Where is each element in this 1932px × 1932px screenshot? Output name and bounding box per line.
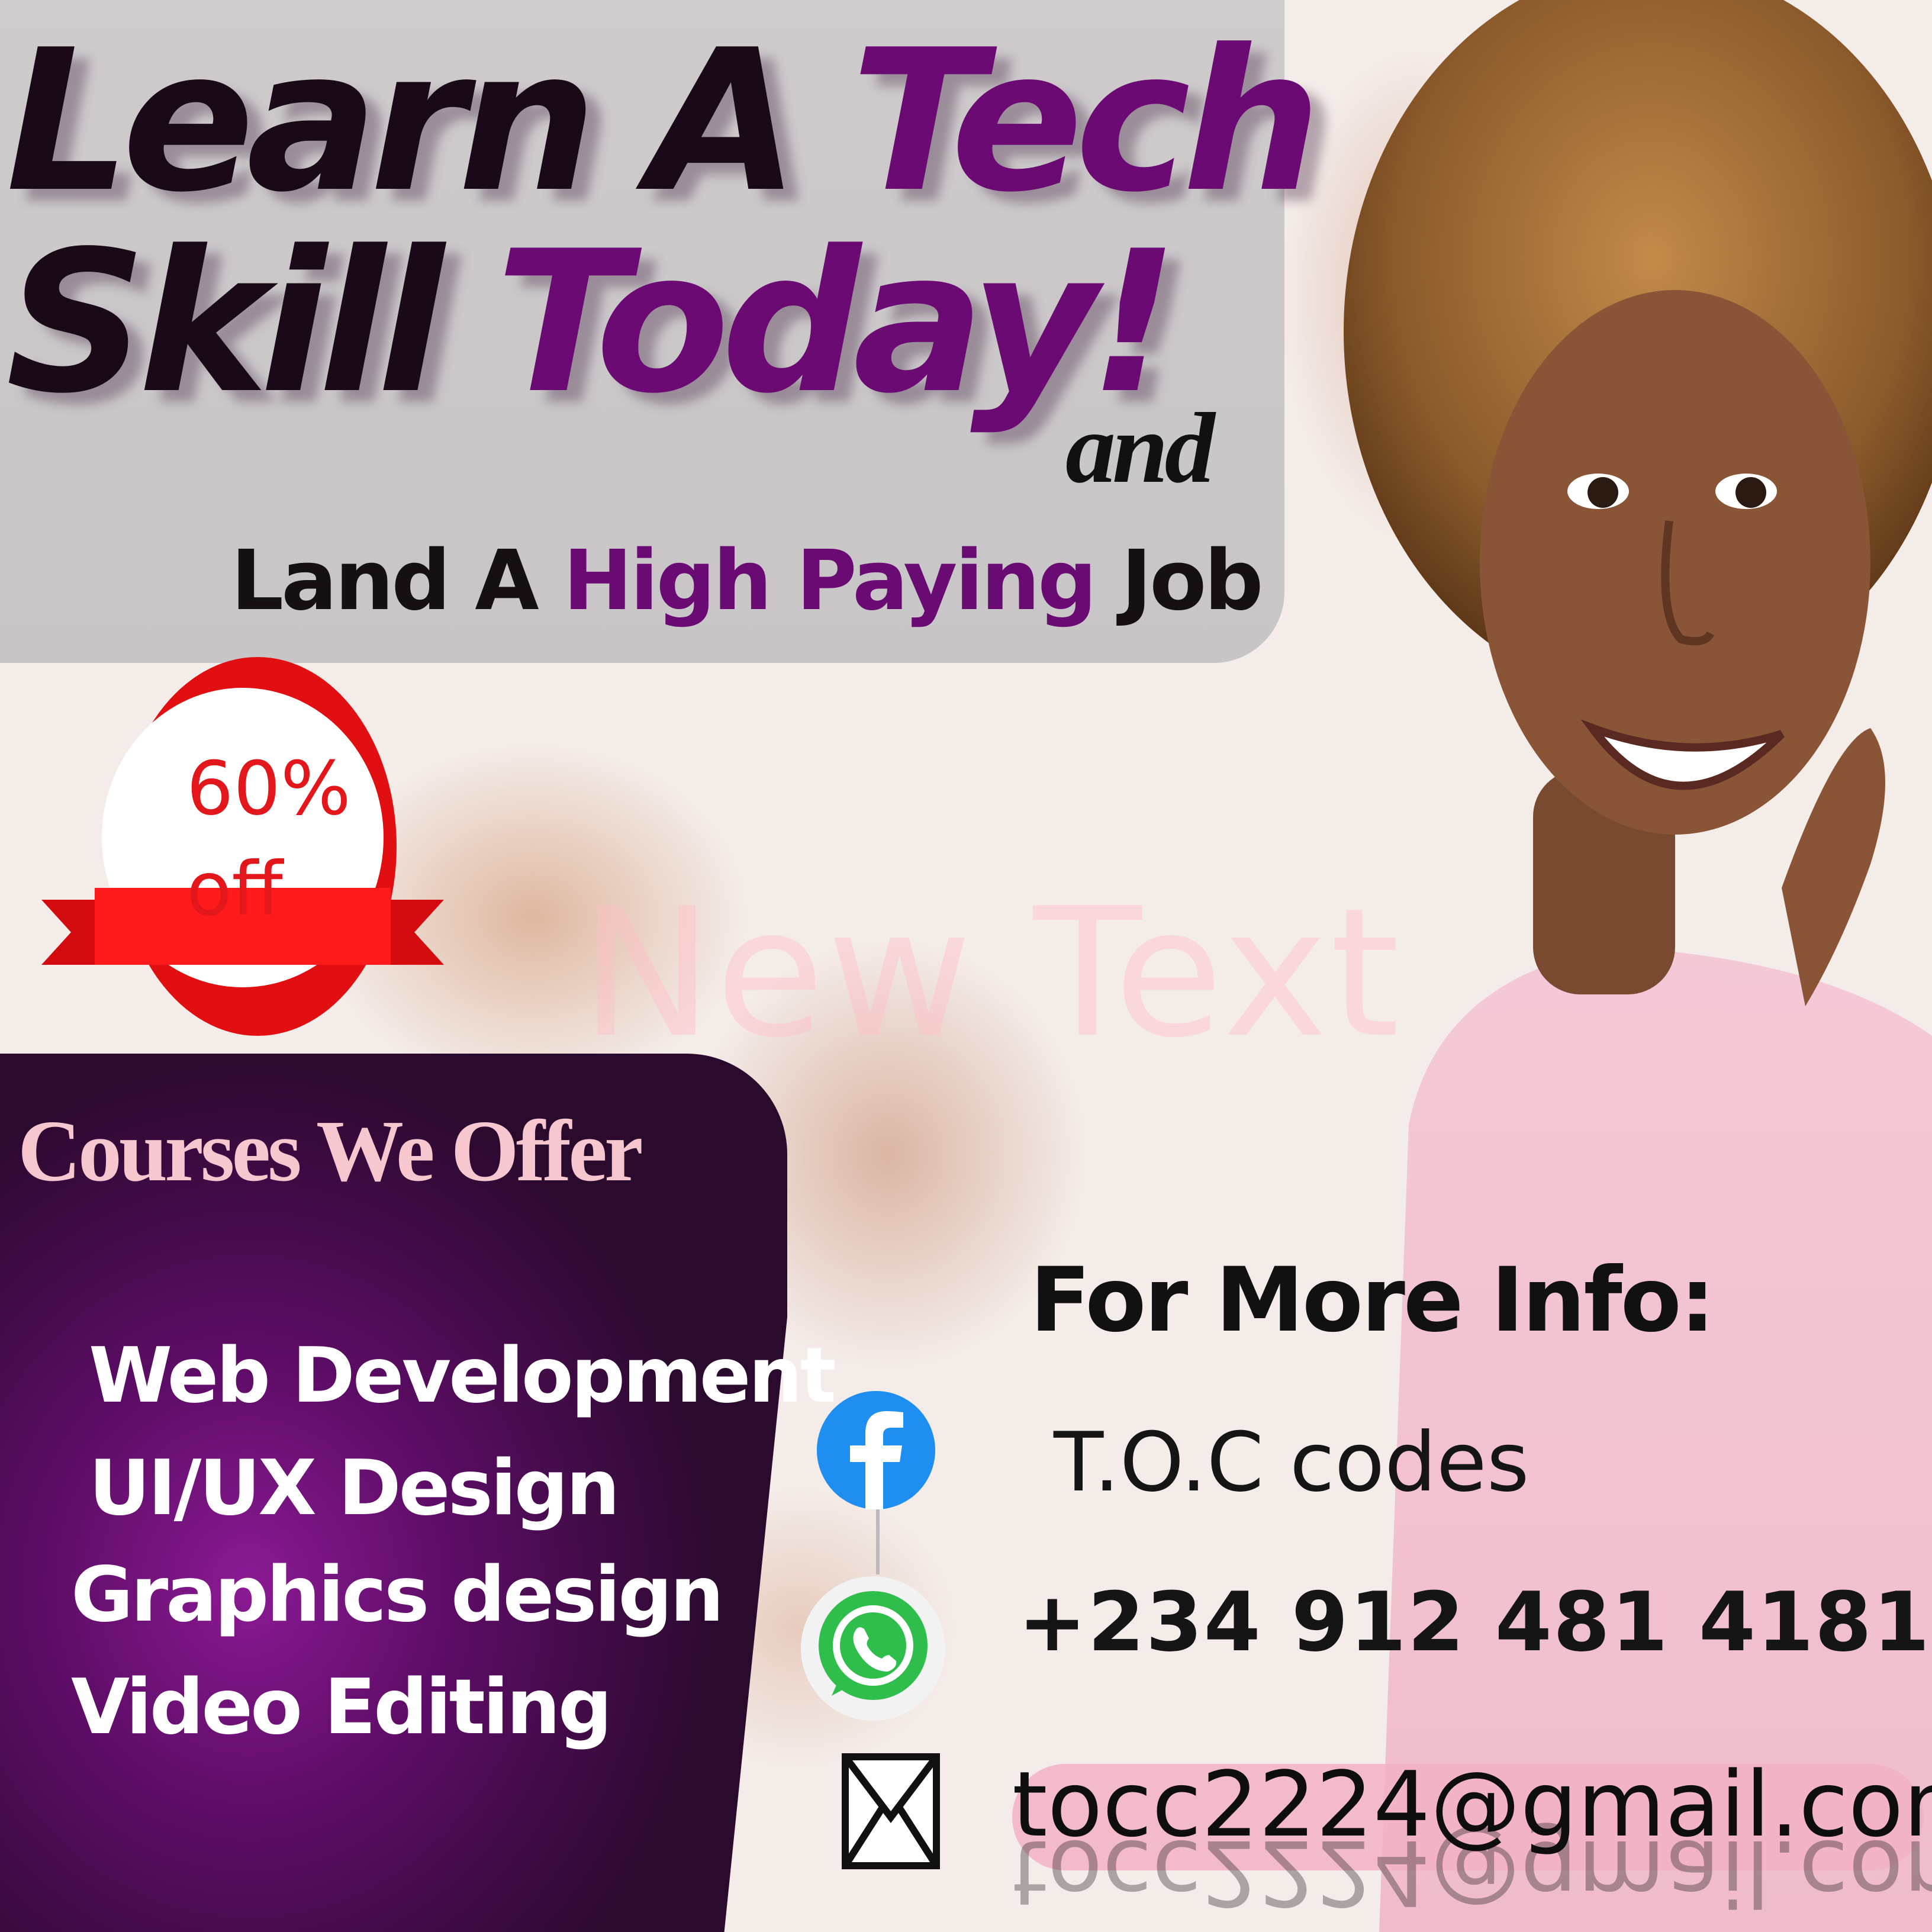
facebook-handle[interactable]: T.O.C codes <box>1054 1415 1530 1510</box>
whatsapp-icon[interactable] <box>799 1574 947 1722</box>
course-item: Video Editing <box>71 1663 612 1751</box>
headline-line-2: Skill Today! <box>6 225 1178 420</box>
subheadline-part-2: High Paying <box>563 533 1097 629</box>
subheadline-part-3: Job <box>1094 533 1264 629</box>
headline-line-1-part-1: Learn A <box>6 8 851 235</box>
discount-label: off <box>186 846 283 932</box>
course-item: Graphics design <box>71 1551 724 1639</box>
icon-connector <box>876 1509 880 1574</box>
headline-line-1: Learn A Tech <box>6 24 1322 219</box>
headline-line-2-part-1: Skill <box>6 209 496 436</box>
course-item: Web Development <box>89 1332 836 1420</box>
whatsapp-number[interactable]: +234 912 481 4181 <box>1018 1574 1931 1670</box>
headline-connector: and <box>1065 392 1215 504</box>
courses-title: Courses We Offer <box>18 1103 643 1200</box>
subheadline-part-1: Land A <box>231 533 564 629</box>
email-address[interactable]: tocc2224@gmail.com <box>1012 1752 1932 1857</box>
headline-line-1-part-2: Tech <box>851 8 1322 235</box>
contact-heading: For More Info: <box>1030 1249 1715 1352</box>
subheadline: Land A High Paying Job <box>231 533 1264 629</box>
course-item: UI/UX Design <box>89 1444 620 1532</box>
mail-icon[interactable] <box>841 1752 941 1870</box>
facebook-icon[interactable] <box>817 1391 935 1509</box>
discount-percent: 60% <box>186 746 351 832</box>
watermark-text: New Text <box>580 870 1402 1077</box>
